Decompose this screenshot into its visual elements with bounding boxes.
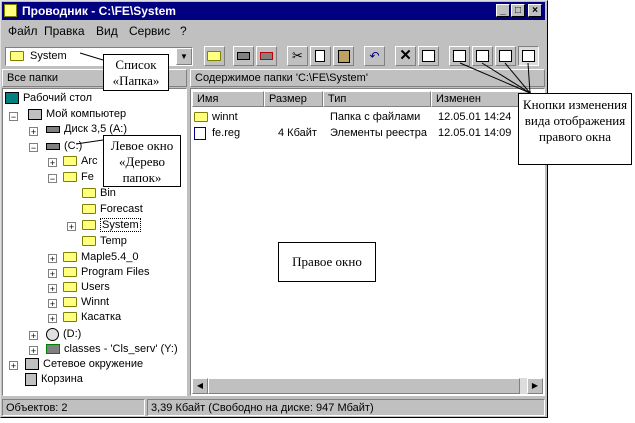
callout-view-buttons: Кнопки изменения вида отображения правог… bbox=[518, 93, 632, 165]
callout-folder-list: Список «Папка» bbox=[103, 54, 169, 91]
callout-right-pane: Правое окно bbox=[278, 242, 376, 282]
callout-text: Список «Папка» bbox=[112, 57, 160, 88]
callout-tree: Левое окно «Дерево папок» bbox=[103, 135, 181, 187]
callout-text: Правое окно bbox=[292, 254, 362, 269]
callout-text: Кнопки изменения вида отображения правог… bbox=[522, 97, 628, 144]
callout-lines bbox=[75, 52, 531, 145]
callout-text: Левое окно «Дерево папок» bbox=[110, 138, 174, 185]
